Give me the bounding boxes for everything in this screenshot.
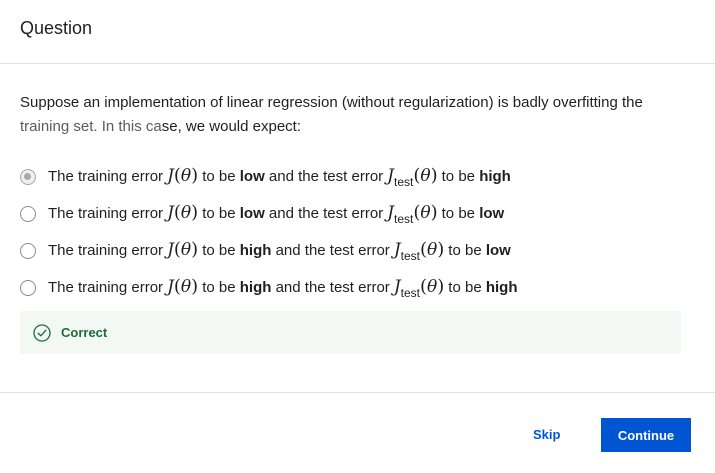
option-text: The training error J(θ) to be low and the … [48,164,511,189]
feedback-banner: Correct [20,311,681,354]
radio-button[interactable] [20,205,36,222]
prompt-line-1: Suppose an implementation of linear regr… [20,94,643,111]
page-title: Question [20,18,93,38]
option-text: The training error J(θ) to be high and the… [48,275,518,300]
option-text: The training error J(θ) to be high and the… [48,238,511,263]
answer-option-2[interactable]: The training error J(θ) to be low and the … [20,195,680,232]
prompt-line-2-end: se, we would expect: [161,118,301,135]
answer-options: The training error J(θ) to be low and the … [20,158,680,306]
answer-option-4[interactable]: The training error J(θ) to be high and the… [20,269,680,306]
answer-option-3[interactable]: The training error J(θ) to be high and the… [20,232,680,269]
question-header: Question [0,0,715,64]
question-prompt: Suppose an implementation of linear regr… [20,91,680,139]
prompt-line-2-start: training set. In this ca [20,118,162,135]
radio-button[interactable] [20,242,36,259]
radio-button-selected[interactable] [20,168,36,185]
footer-divider [0,392,715,393]
feedback-text: Correct [61,325,108,340]
radio-button[interactable] [20,279,36,296]
continue-button[interactable]: Continue [601,418,691,452]
check-circle-icon [33,323,51,342]
answer-option-1[interactable]: The training error J(θ) to be low and the … [20,158,680,195]
skip-button[interactable]: Skip [533,427,560,442]
option-text: The training error J(θ) to be low and the … [48,201,505,226]
